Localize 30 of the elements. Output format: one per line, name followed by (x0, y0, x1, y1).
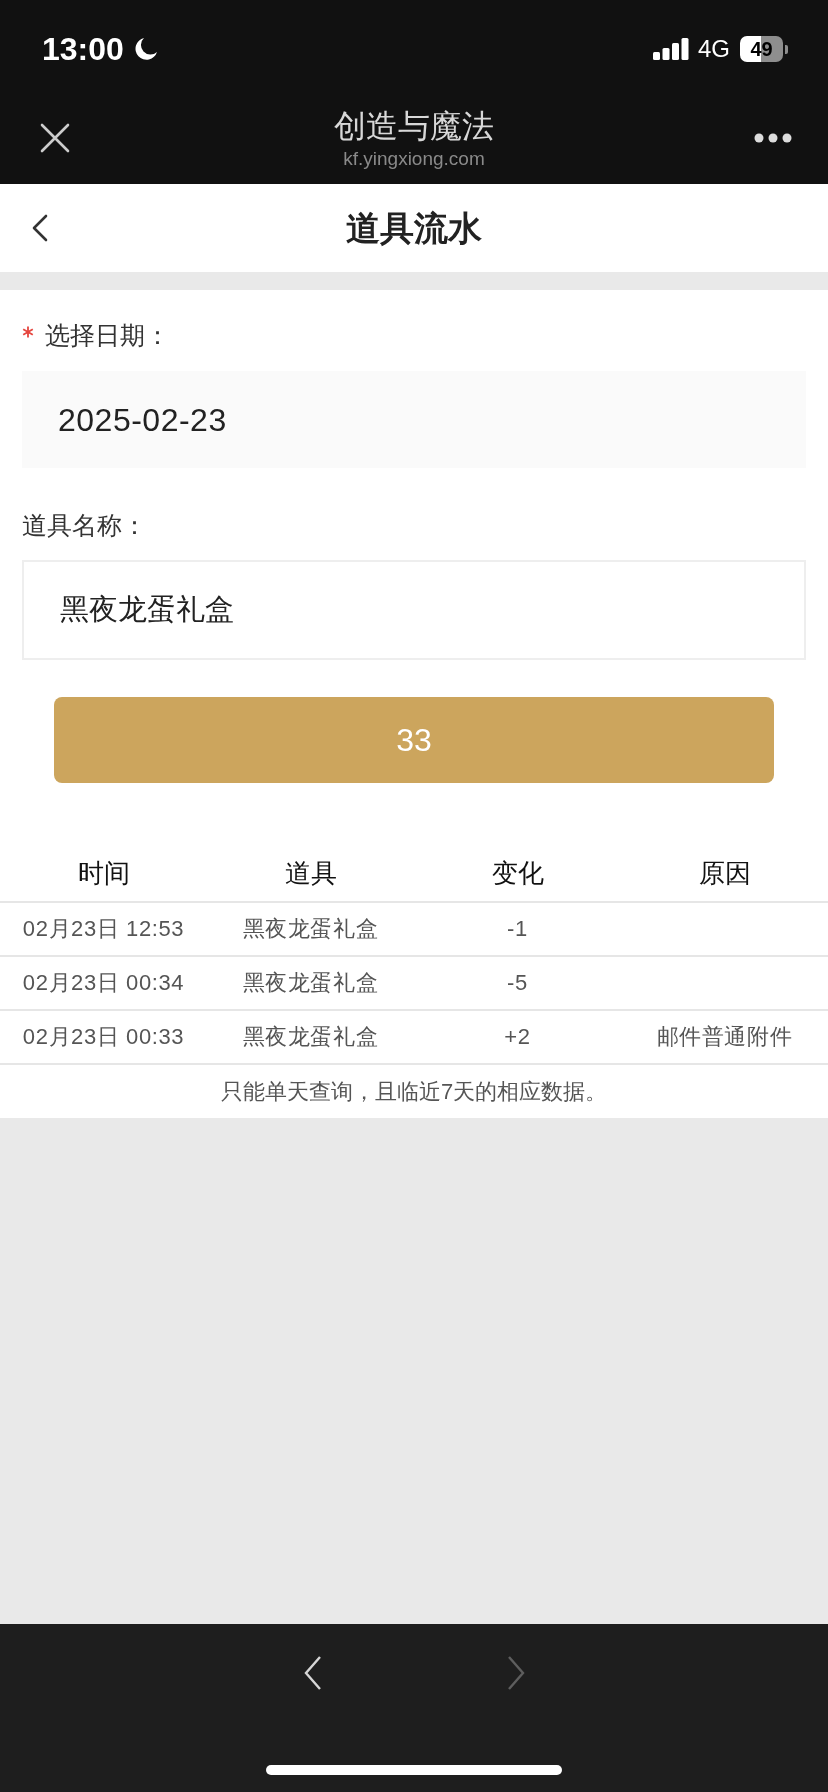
battery-indicator: 49 (740, 36, 788, 62)
page-title: 道具流水 (345, 208, 483, 248)
back-icon[interactable] (32, 214, 48, 242)
query-note: 只能单天查询，且临近7天的相应数据。 (220, 1077, 608, 1106)
close-icon[interactable] (40, 123, 70, 153)
more-icon[interactable] (754, 133, 792, 143)
column-header: 道具 (284, 857, 337, 889)
table-cell: 黑夜龙蛋礼盒 (242, 915, 379, 943)
field-label: 道具名称： (22, 510, 147, 540)
table-cell: -1 (507, 915, 528, 943)
table-cell: 邮件普通附件 (656, 1023, 793, 1051)
field-label: 选择日期： (45, 320, 170, 350)
table-cell: 02月23日 00:33 (22, 1023, 185, 1051)
table-cell: 02月23日 12:53 (22, 915, 185, 943)
table-cell: -5 (507, 969, 528, 997)
signal-icon (653, 38, 689, 60)
text-field[interactable]: 黑夜龙蛋礼盒 (22, 560, 806, 660)
page-url: kf.yingxiong.com (343, 148, 485, 170)
status-time: 13:00 (42, 31, 124, 67)
column-header: 原因 (698, 857, 751, 889)
network-label: 4G (698, 35, 730, 63)
moon-icon (133, 37, 158, 61)
table-cell: 黑夜龙蛋礼盒 (242, 969, 379, 997)
table-cell: 黑夜龙蛋礼盒 (242, 1023, 379, 1051)
table-cell: 02月23日 00:34 (22, 969, 185, 997)
browser-title: 创造与魔法 (334, 107, 494, 145)
column-header: 时间 (77, 857, 130, 889)
column-header: 变化 (491, 857, 544, 889)
table-cell: +2 (504, 1023, 531, 1051)
date-field[interactable]: 2025-02-23 (22, 371, 806, 468)
